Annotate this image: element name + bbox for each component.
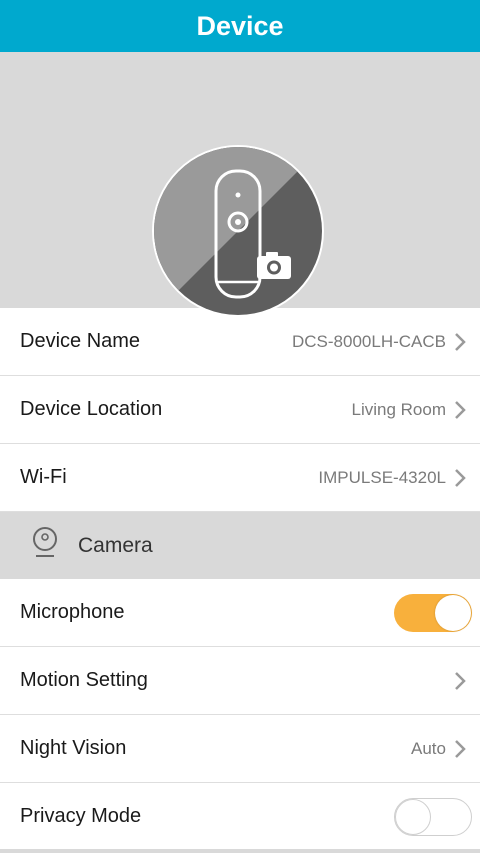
device-name-label: Device Name bbox=[20, 330, 141, 352]
chevron-right-icon bbox=[452, 739, 468, 759]
chevron-right-icon bbox=[452, 400, 468, 420]
microphone-toggle[interactable] bbox=[394, 593, 472, 632]
webcam-icon bbox=[30, 526, 60, 565]
motion-setting-label: Motion Setting bbox=[20, 669, 148, 691]
page-title: Device bbox=[196, 10, 284, 41]
toggle-knob bbox=[395, 798, 431, 835]
device-location-value: Living Room bbox=[351, 399, 447, 419]
device-location-row[interactable]: Device Location Living Room bbox=[0, 376, 480, 444]
microphone-row: Microphone bbox=[0, 579, 480, 647]
page-header: Device bbox=[0, 0, 480, 52]
chevron-right-icon bbox=[452, 468, 468, 488]
camera-section-label: Camera bbox=[78, 533, 153, 557]
toggle-knob bbox=[435, 594, 471, 631]
wifi-row[interactable]: Wi-Fi IMPULSE-4320L bbox=[0, 444, 480, 512]
night-vision-row[interactable]: Night Vision Auto bbox=[0, 715, 480, 783]
chevron-right-icon bbox=[452, 671, 468, 691]
night-vision-label: Night Vision bbox=[20, 737, 127, 759]
device-location-label: Device Location bbox=[20, 398, 163, 420]
privacy-mode-row: Privacy Mode bbox=[0, 783, 480, 851]
wifi-value: IMPULSE-4320L bbox=[318, 467, 446, 487]
device-image-area bbox=[0, 52, 480, 317]
microphone-label: Microphone bbox=[20, 601, 125, 623]
motion-setting-row[interactable]: Motion Setting bbox=[0, 647, 480, 715]
camera-device-icon[interactable] bbox=[150, 143, 326, 319]
chevron-right-icon bbox=[452, 332, 468, 352]
device-name-value: DCS-8000LH-CACB bbox=[292, 331, 446, 351]
camera-section-header: Camera bbox=[0, 512, 480, 579]
privacy-mode-toggle[interactable] bbox=[394, 797, 472, 836]
night-vision-value: Auto bbox=[411, 738, 446, 758]
wifi-label: Wi-Fi bbox=[20, 466, 67, 488]
bottom-divider bbox=[0, 849, 480, 853]
privacy-mode-label: Privacy Mode bbox=[20, 805, 142, 827]
